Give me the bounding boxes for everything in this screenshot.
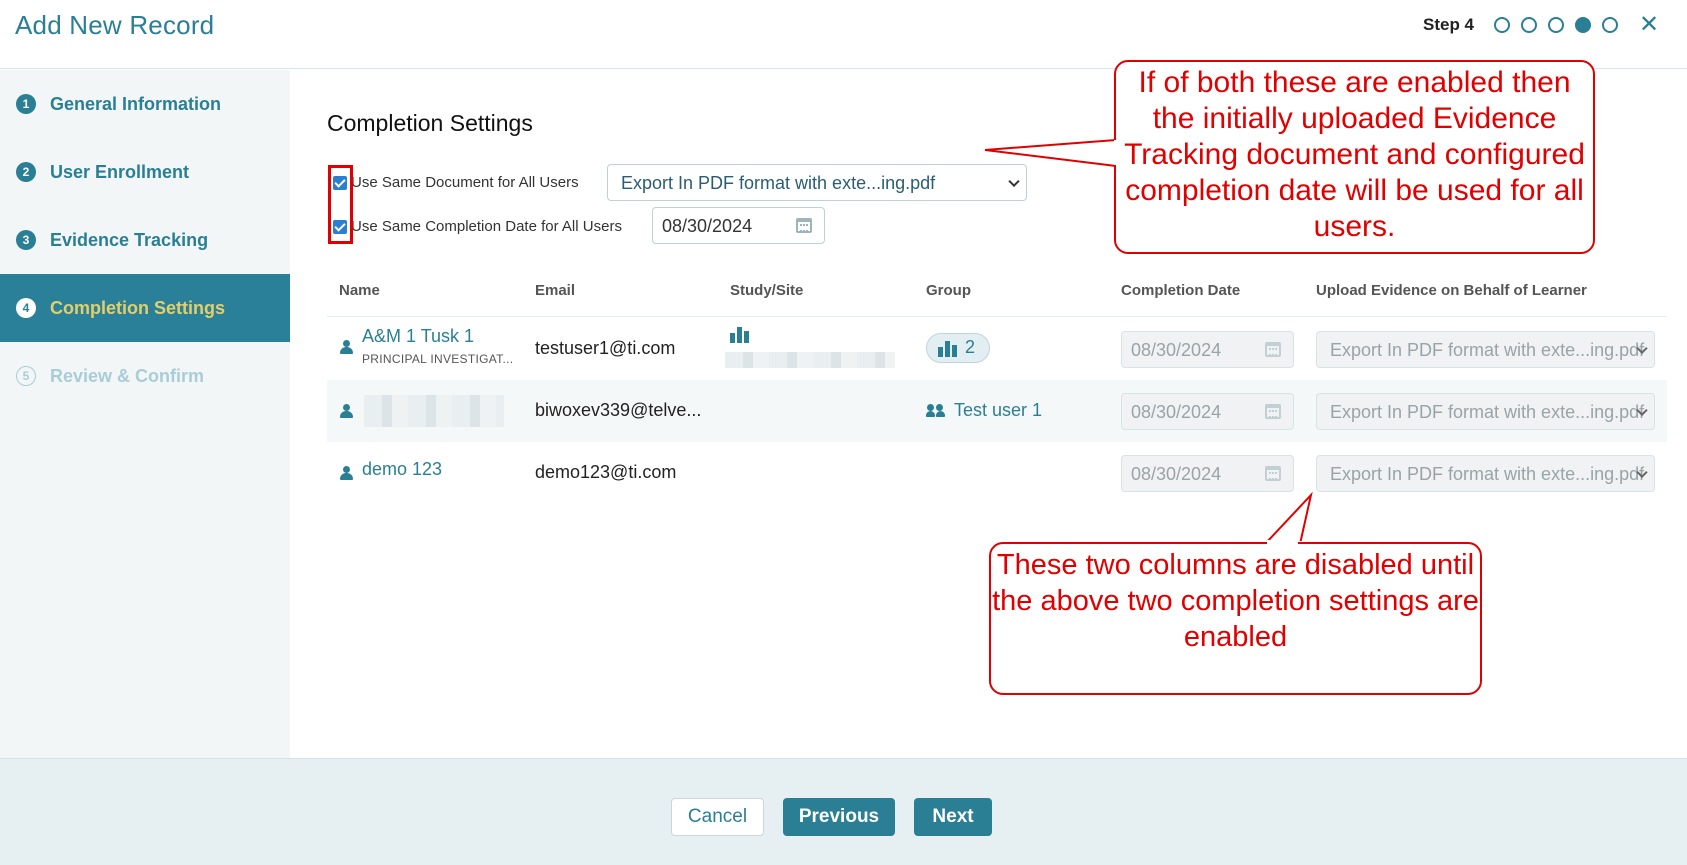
user-name-link[interactable]: A&M 1 Tusk 1 xyxy=(362,326,474,347)
sidebar-item-label: Review & Confirm xyxy=(50,365,205,386)
next-button[interactable]: Next xyxy=(914,798,992,836)
row-evidence-select: Export In PDF format with exte...ing.pdf xyxy=(1316,331,1655,368)
table-row: demo 123 demo123@ti.com 08/30/2024 Expor… xyxy=(327,442,1667,504)
row-evidence-select: Export In PDF format with exte...ing.pdf xyxy=(1316,393,1655,430)
column-header-email: Email xyxy=(535,282,576,299)
chevron-down-icon xyxy=(1008,175,1020,187)
same-document-select-value: Export In PDF format with exte...ing.pdf xyxy=(621,173,936,193)
annotation-highlight-box xyxy=(328,165,353,244)
modal-footer: Cancel Previous Next xyxy=(0,758,1687,865)
sidebar-item-completion-settings[interactable]: 4 Completion Settings xyxy=(0,274,290,342)
same-date-label: Use Same Completion Date for All Users xyxy=(351,218,622,235)
step-dot-3 xyxy=(1548,17,1564,33)
user-icon xyxy=(340,340,353,354)
modal-header: Add New Record Step 4 ✕ xyxy=(0,0,1687,69)
modal-title: Add New Record xyxy=(15,10,215,40)
table-row: biwoxev339@telve... Test user 1 08/30/20… xyxy=(327,380,1667,442)
annotation-callout-top: If of both these are enabled then the in… xyxy=(1114,60,1595,254)
step-number-badge: 2 xyxy=(16,162,36,182)
calendar-icon xyxy=(1265,404,1281,419)
annotation-callout-top-text: If of both these are enabled then the in… xyxy=(1124,66,1585,243)
table-row: A&M 1 Tusk 1 PRINCIPAL INVESTIGAT... tes… xyxy=(327,318,1667,380)
sidebar-item-evidence-tracking[interactable]: 3 Evidence Tracking xyxy=(0,206,290,274)
calendar-icon[interactable] xyxy=(796,218,812,233)
column-header-study-site: Study/Site xyxy=(730,282,804,299)
step-number-badge: 1 xyxy=(16,94,36,114)
wizard-sidebar: 1 General Information 2 User Enrollment … xyxy=(0,70,290,758)
step-number-badge: 5 xyxy=(16,366,36,386)
sidebar-item-label: General Information xyxy=(50,93,222,114)
group-count: 2 xyxy=(965,337,976,357)
previous-button[interactable]: Previous xyxy=(783,798,895,836)
row-completion-date-input: 08/30/2024 xyxy=(1121,393,1294,430)
calendar-icon xyxy=(1265,342,1281,357)
user-icon xyxy=(340,404,353,418)
row-evidence-value: Export In PDF format with exte...ing.pdf xyxy=(1330,464,1645,484)
user-icon xyxy=(340,466,353,480)
column-header-upload-evidence: Upload Evidence on Behalf of Learner xyxy=(1316,282,1587,299)
same-document-option: Use Same Document for All Users xyxy=(333,174,579,191)
sidebar-item-user-enrollment[interactable]: 2 User Enrollment xyxy=(0,138,290,206)
sidebar-item-label: Evidence Tracking xyxy=(50,229,209,250)
same-date-input[interactable]: 08/30/2024 xyxy=(652,207,825,244)
same-document-label: Use Same Document for All Users xyxy=(351,174,579,191)
site-icon xyxy=(730,327,750,343)
row-completion-date-input: 08/30/2024 xyxy=(1121,331,1294,368)
step-progress-dots xyxy=(1494,17,1618,33)
user-email: demo123@ti.com xyxy=(535,462,677,482)
step-indicator-label: Step 4 xyxy=(1423,15,1475,34)
row-completion-date-input: 08/30/2024 xyxy=(1121,455,1294,492)
same-date-value: 08/30/2024 xyxy=(662,216,753,236)
redacted-user-name xyxy=(364,395,504,427)
step-number-badge: 3 xyxy=(16,230,36,250)
annotation-callout-bottom-text: These two columns are disabled until the… xyxy=(992,549,1479,653)
step-dot-2 xyxy=(1521,17,1537,33)
row-evidence-value: Export In PDF format with exte...ing.pdf xyxy=(1330,402,1645,422)
step-dot-1 xyxy=(1494,17,1510,33)
sidebar-item-label: User Enrollment xyxy=(50,161,190,182)
cancel-button[interactable]: Cancel xyxy=(671,798,764,836)
calendar-icon xyxy=(1265,466,1281,481)
section-title: Completion Settings xyxy=(327,110,533,136)
group-count-badge[interactable]: 2 xyxy=(926,333,990,363)
sidebar-item-review-confirm[interactable]: 5 Review & Confirm xyxy=(0,342,290,410)
row-evidence-value: Export In PDF format with exte...ing.pdf xyxy=(1330,340,1645,360)
user-role: PRINCIPAL INVESTIGAT... xyxy=(362,352,514,366)
same-document-select[interactable]: Export In PDF format with exte...ing.pdf xyxy=(607,164,1027,201)
users-icon xyxy=(926,404,946,418)
row-completion-date-value: 08/30/2024 xyxy=(1131,340,1222,360)
same-date-option: Use Same Completion Date for All Users xyxy=(333,218,622,235)
user-name-link[interactable]: demo 123 xyxy=(362,459,442,480)
redacted-study-site xyxy=(725,352,895,368)
group-name-link[interactable]: Test user 1 xyxy=(954,400,1042,421)
sidebar-item-label: Completion Settings xyxy=(50,297,225,318)
row-evidence-select: Export In PDF format with exte...ing.pdf xyxy=(1316,455,1655,492)
step-dot-4 xyxy=(1575,17,1591,33)
user-email: testuser1@ti.com xyxy=(535,338,676,358)
close-icon[interactable]: ✕ xyxy=(1639,11,1659,39)
column-header-name: Name xyxy=(339,282,380,299)
column-header-completion-date: Completion Date xyxy=(1121,282,1241,299)
step-dot-5 xyxy=(1602,17,1618,33)
callout-top-pointer xyxy=(984,138,1117,168)
user-email: biwoxev339@telve... xyxy=(535,400,702,420)
annotation-callout-bottom: These two columns are disabled until the… xyxy=(989,542,1482,695)
table-header: Name Email Study/Site Group Completion D… xyxy=(327,270,1667,317)
sidebar-item-general-information[interactable]: 1 General Information xyxy=(0,70,290,138)
column-header-group: Group xyxy=(926,282,971,299)
group-icon xyxy=(938,341,958,357)
row-completion-date-value: 08/30/2024 xyxy=(1131,402,1222,422)
row-completion-date-value: 08/30/2024 xyxy=(1131,464,1222,484)
step-number-badge: 4 xyxy=(16,298,36,318)
